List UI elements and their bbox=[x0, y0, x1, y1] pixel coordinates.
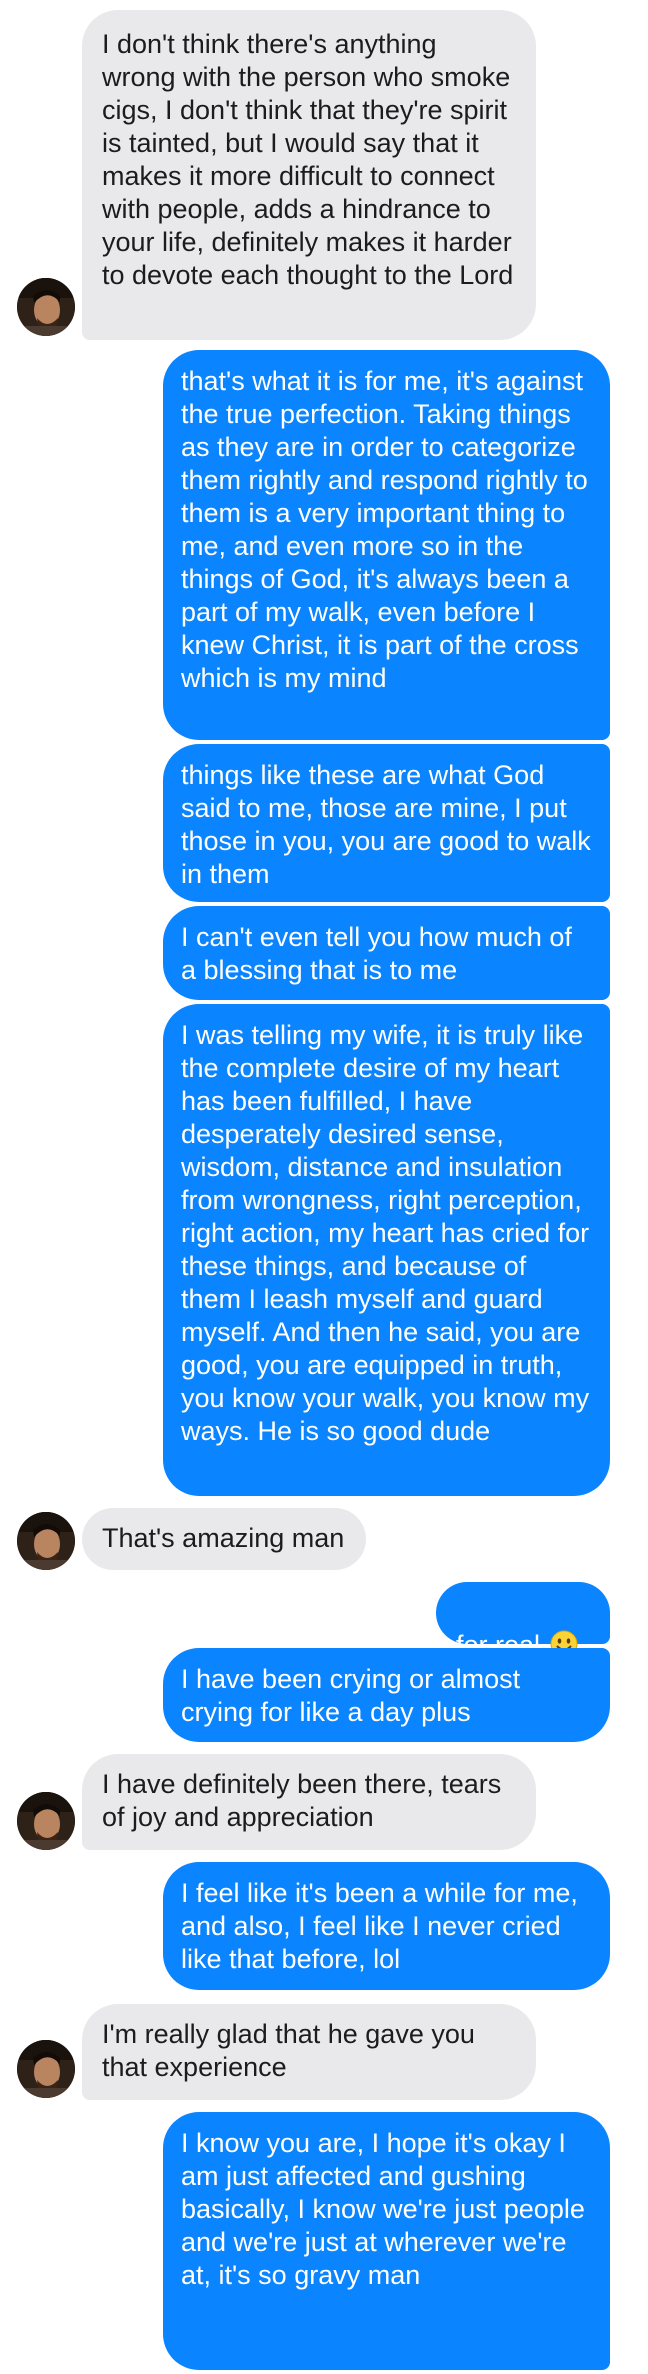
contact-avatar[interactable] bbox=[17, 1792, 75, 1850]
incoming-message-bubble[interactable]: I don't think there's anything wrong wit… bbox=[82, 10, 536, 340]
person-avatar-icon bbox=[17, 2040, 75, 2098]
outgoing-message-bubble[interactable]: things like these are what God said to m… bbox=[163, 744, 610, 902]
outgoing-message-bubble[interactable]: I have been crying or almost crying for … bbox=[163, 1648, 610, 1742]
outgoing-message-bubble[interactable]: I can't even tell you how much of a bles… bbox=[163, 906, 610, 1000]
outgoing-message-bubble[interactable]: that's what it is for me, it's against t… bbox=[163, 350, 610, 740]
message-thread: I don't think there's anything wrong wit… bbox=[0, 0, 648, 2374]
contact-avatar[interactable] bbox=[17, 2040, 75, 2098]
incoming-message-bubble[interactable]: I'm really glad that he gave you that ex… bbox=[82, 2004, 536, 2100]
outgoing-message-bubble[interactable]: I know you are, I hope it's okay I am ju… bbox=[163, 2112, 610, 2370]
person-avatar-icon bbox=[17, 1512, 75, 1570]
contact-avatar[interactable] bbox=[17, 278, 75, 336]
outgoing-message-bubble[interactable]: I feel like it's been a while for me, an… bbox=[163, 1862, 610, 1990]
outgoing-message-bubble[interactable]: for real bbox=[436, 1582, 610, 1660]
incoming-message-bubble[interactable]: That's amazing man bbox=[82, 1508, 366, 1570]
incoming-message-bubble[interactable]: I have definitely been there, tears of j… bbox=[82, 1754, 536, 1850]
person-avatar-icon bbox=[17, 1792, 75, 1850]
person-avatar-icon bbox=[17, 278, 75, 336]
outgoing-message-bubble[interactable]: I was telling my wife, it is truly like … bbox=[163, 1004, 610, 1496]
contact-avatar[interactable] bbox=[17, 1512, 75, 1570]
